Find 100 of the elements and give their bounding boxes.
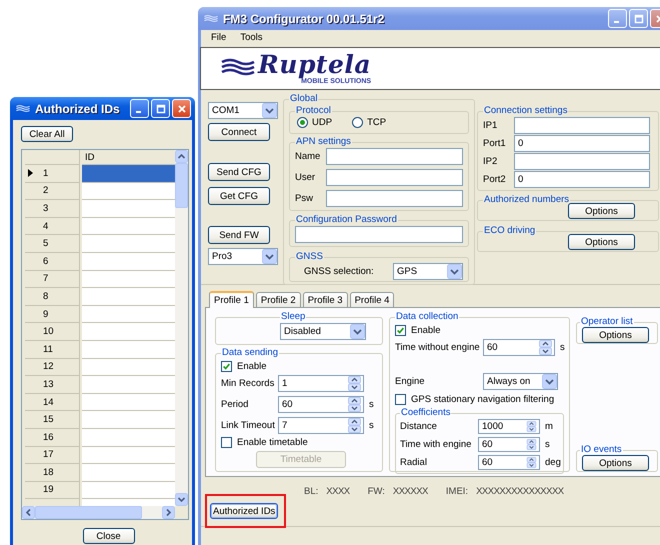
row-header-cell[interactable]: 17 (25, 446, 80, 464)
menu-item[interactable]: File (211, 32, 226, 45)
group-title: Coefficients (400, 407, 452, 419)
row-header-cell[interactable]: 11 (25, 340, 80, 359)
row-header-cell[interactable]: 6 (25, 252, 80, 271)
tab[interactable]: Profile 3 (302, 292, 348, 307)
id-cell[interactable] (82, 358, 175, 376)
number-field[interactable]: 1 (278, 375, 364, 392)
id-cell[interactable] (82, 306, 175, 324)
maximize-icon (156, 104, 166, 114)
row-header-cell[interactable]: 16 (25, 428, 80, 446)
id-cell[interactable] (82, 464, 175, 482)
password-field[interactable] (295, 226, 463, 243)
row-header-cell[interactable]: 7 (25, 270, 80, 288)
id-cell[interactable] (82, 165, 175, 183)
id-cell[interactable] (82, 446, 175, 464)
dropdown[interactable]: Pro3 (208, 248, 278, 265)
dropdown[interactable]: Always on (483, 373, 558, 390)
scroll-left-icon[interactable] (22, 506, 35, 519)
row-header-cell[interactable]: 19 (25, 482, 80, 500)
options-button[interactable]: Options (582, 455, 649, 471)
options-button[interactable]: Options (568, 203, 635, 219)
id-cell[interactable] (82, 394, 175, 412)
scroll-thumb[interactable] (35, 506, 142, 519)
scroll-thumb[interactable] (175, 163, 188, 208)
menu-item[interactable]: Tools (240, 32, 262, 45)
row-number: 3 (43, 202, 48, 214)
scroll-right-icon[interactable] (162, 506, 175, 519)
id-cell[interactable] (82, 482, 175, 500)
send-cfg-button[interactable]: Send CFG (208, 163, 270, 181)
close-button[interactable]: Close (82, 528, 134, 544)
text-field[interactable] (514, 153, 650, 170)
close-button[interactable] (172, 99, 191, 118)
text-field[interactable] (326, 169, 463, 186)
vertical-scrollbar[interactable] (175, 150, 188, 506)
options-button[interactable]: Options (582, 327, 649, 343)
row-header-cell[interactable]: 12 (25, 358, 80, 376)
clear-all-button[interactable]: Clear All (21, 126, 73, 142)
minimize-button[interactable] (130, 99, 149, 118)
row-header-cell[interactable]: 15 (25, 411, 80, 429)
row-header-cell[interactable]: 5 (25, 235, 80, 253)
connect-button[interactable]: Connect (208, 123, 270, 141)
checkbox[interactable] (221, 436, 232, 448)
id-cell[interactable] (82, 288, 175, 306)
radio-button[interactable] (297, 117, 308, 128)
text-field[interactable] (514, 117, 650, 134)
scroll-down-icon[interactable] (175, 493, 188, 506)
horizontal-scrollbar[interactable] (22, 506, 175, 519)
scroll-up-icon[interactable] (175, 150, 188, 163)
radio-button[interactable] (352, 117, 364, 128)
row-header-cell[interactable]: 8 (25, 288, 80, 306)
number-field[interactable]: 60 (478, 437, 540, 452)
row-header-cell[interactable]: 14 (25, 394, 80, 412)
text-field[interactable]: 0 (514, 135, 650, 152)
number-field[interactable]: 60 (278, 396, 364, 413)
number-field[interactable]: 1000 (478, 419, 540, 434)
dropdown[interactable]: Disabled (280, 323, 366, 340)
get-cfg-button[interactable]: Get CFG (208, 187, 270, 205)
id-cell[interactable] (82, 323, 175, 341)
field-label: Distance (400, 421, 438, 432)
text-field[interactable] (326, 190, 463, 207)
row-header-cell[interactable]: 10 (25, 323, 80, 341)
maximize-button[interactable] (151, 99, 170, 118)
tab[interactable]: Profile 2 (256, 292, 301, 307)
checkbox[interactable] (395, 324, 406, 336)
text-field[interactable]: 0 (514, 171, 650, 188)
authorized-ids-button[interactable]: Authorized IDs (210, 503, 278, 519)
dropdown[interactable]: GPS (393, 263, 463, 280)
id-cell[interactable] (82, 428, 175, 446)
id-cell[interactable] (82, 235, 175, 253)
row-header-cell[interactable]: 3 (25, 200, 80, 218)
id-cell[interactable] (82, 252, 175, 271)
options-button[interactable]: Options (568, 234, 635, 250)
number-field[interactable]: 60 (478, 455, 540, 470)
row-header-cell[interactable]: 9 (25, 306, 80, 324)
row-number: 9 (43, 308, 48, 320)
dropdown[interactable]: COM1 (208, 102, 278, 119)
send-fw-button[interactable]: Send FW (208, 226, 270, 244)
id-cell[interactable] (82, 218, 175, 236)
tab[interactable]: Profile 1 (209, 291, 254, 308)
id-cell[interactable] (82, 270, 175, 288)
checkbox-label: Enable (237, 360, 267, 372)
unit-label: s (559, 342, 565, 353)
row-header-cell[interactable]: 1 (25, 165, 80, 183)
checkbox[interactable] (395, 394, 406, 404)
id-cell[interactable] (82, 182, 175, 200)
checkbox[interactable] (221, 360, 232, 372)
id-cell[interactable] (82, 200, 175, 218)
status-value: XXXXXXXXXXXXXXX (476, 486, 564, 498)
tab[interactable]: Profile 4 (350, 292, 394, 307)
id-cell[interactable] (82, 411, 175, 429)
id-cell[interactable] (82, 340, 175, 359)
row-header-cell[interactable]: 13 (25, 376, 80, 394)
id-cell[interactable] (82, 376, 175, 394)
text-field[interactable] (326, 148, 463, 165)
number-field[interactable]: 60 (483, 339, 555, 356)
row-header-cell[interactable]: 4 (25, 218, 80, 236)
number-field[interactable]: 7 (278, 417, 364, 434)
row-header-cell[interactable]: 2 (25, 182, 80, 200)
row-header-cell[interactable]: 18 (25, 464, 80, 482)
